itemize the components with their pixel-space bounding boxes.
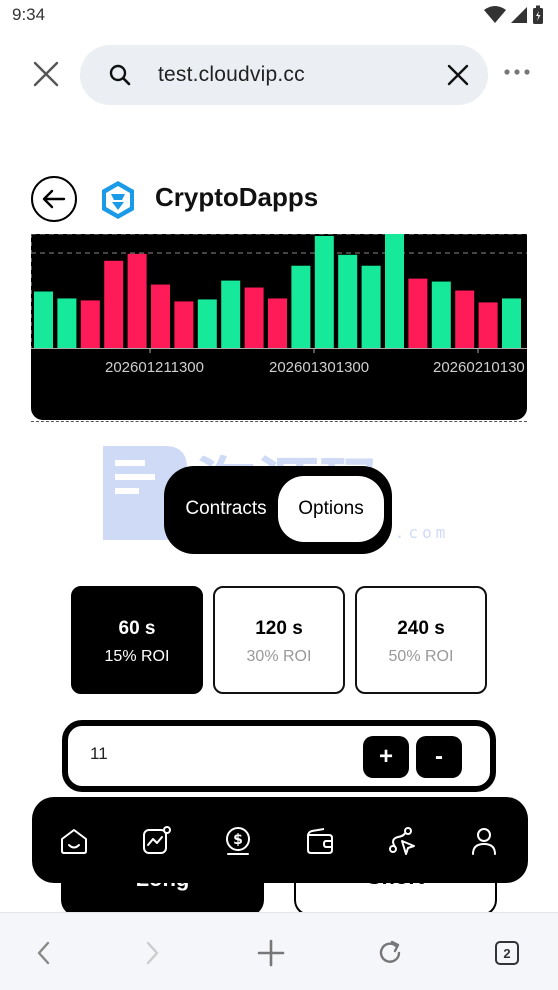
- back-button[interactable]: [31, 176, 77, 222]
- more-options-icon[interactable]: [502, 62, 532, 82]
- decrement-button[interactable]: -: [416, 736, 462, 778]
- amount-field[interactable]: 11 + -: [62, 720, 496, 792]
- close-tab-button[interactable]: [28, 56, 64, 92]
- x-tick-label: 202601301300: [269, 359, 369, 376]
- chart-bar: [291, 265, 311, 348]
- signal-icon: [511, 7, 527, 23]
- page-title: CryptoDapps: [155, 182, 319, 212]
- browser-back-button[interactable]: [24, 933, 64, 973]
- chevron-left-icon: [37, 941, 50, 965]
- plus-icon: [257, 939, 285, 967]
- duration-time: 60 s: [118, 618, 156, 639]
- chart-bar: [502, 298, 521, 348]
- search-icon: [109, 64, 131, 86]
- chevron-right-icon: [146, 941, 159, 965]
- tab-contracts[interactable]: Contracts: [176, 476, 276, 542]
- wallet-icon: [307, 828, 333, 854]
- duration-card-120s[interactable]: 120 s 30% ROI: [213, 586, 345, 694]
- route-icon: [389, 827, 415, 855]
- duration-time: 120 s: [255, 618, 303, 639]
- chart-bar: [151, 284, 170, 348]
- svg-text:$: $: [233, 832, 243, 848]
- chart-bar: [361, 265, 381, 348]
- chart-bar: [385, 234, 404, 348]
- url-bar[interactable]: test.cloudvip.cc: [80, 45, 488, 105]
- duration-roi: 30% ROI: [246, 648, 312, 665]
- status-icons: [484, 5, 544, 25]
- chart-bar: [197, 299, 217, 348]
- chart-bar: [338, 254, 358, 348]
- tab-home[interactable]: [54, 821, 94, 861]
- user-icon: [472, 828, 496, 855]
- chart-bar: [408, 278, 428, 348]
- page: 9:34 test.cloudvip.cc CryptoDapps 202601…: [0, 0, 558, 990]
- x-tick-label: 202601211300: [105, 359, 204, 376]
- chart-bar: [80, 300, 100, 348]
- chart-bar: [57, 298, 77, 348]
- chart-bar: [34, 291, 53, 348]
- home-icon: [61, 829, 87, 854]
- tab-markets[interactable]: [136, 821, 176, 861]
- battery-icon: [533, 5, 543, 24]
- duration-roi: 15% ROI: [104, 648, 170, 665]
- tab-wallet[interactable]: [300, 821, 340, 861]
- tab-trade[interactable]: [382, 821, 422, 861]
- tab-options[interactable]: Options: [278, 476, 384, 542]
- chart-svg: 202601211300 202601301300 20260210130: [31, 234, 527, 376]
- bottom-tab-bar: $: [32, 797, 528, 883]
- chart-bar: [127, 253, 147, 348]
- new-tab-button[interactable]: [251, 933, 291, 973]
- url-text[interactable]: test.cloudvip.cc: [158, 63, 305, 87]
- chart-bar: [455, 290, 475, 348]
- chart-bar: [221, 280, 241, 348]
- duration-card-60s[interactable]: 60 s 15% ROI: [71, 586, 203, 694]
- crypto-logo-icon: [102, 181, 134, 219]
- duration-time: 240 s: [397, 618, 445, 639]
- tabs-switcher-button[interactable]: 2: [487, 933, 527, 973]
- status-bar: 9:34: [0, 0, 558, 32]
- amount-input[interactable]: 11: [90, 744, 108, 764]
- tab-finance[interactable]: $: [218, 821, 258, 861]
- increment-button[interactable]: +: [363, 736, 409, 778]
- duration-roi: 50% ROI: [388, 648, 454, 665]
- status-time: 9:34: [12, 5, 46, 24]
- clear-url-icon[interactable]: [446, 63, 470, 87]
- chart-bar: [104, 260, 124, 348]
- volume-chart: 202601211300 202601301300 20260210130: [31, 234, 527, 420]
- chart-icon: [143, 826, 171, 854]
- browser-bottom-bar: 2: [0, 912, 558, 990]
- chart-bar: [174, 301, 194, 348]
- chart-bar: [244, 287, 264, 348]
- chart-bar: [478, 302, 498, 348]
- duration-card-240s[interactable]: 240 s 50% ROI: [355, 586, 487, 694]
- x-tick-label: 20260210130: [433, 359, 525, 376]
- chart-bar: [314, 235, 334, 348]
- chart-bar: [431, 281, 451, 348]
- reload-button[interactable]: [370, 933, 410, 973]
- reload-icon: [379, 940, 401, 963]
- chart-bar: [268, 298, 287, 348]
- browser-forward-button[interactable]: [132, 933, 172, 973]
- dollar-coin-icon: $: [226, 827, 250, 855]
- tab-profile[interactable]: [464, 821, 504, 861]
- wifi-icon: [484, 6, 506, 23]
- arrow-left-icon: [42, 189, 66, 209]
- tabs-count: 2: [495, 941, 519, 965]
- chart-divider: [31, 421, 527, 422]
- close-icon: [33, 61, 59, 87]
